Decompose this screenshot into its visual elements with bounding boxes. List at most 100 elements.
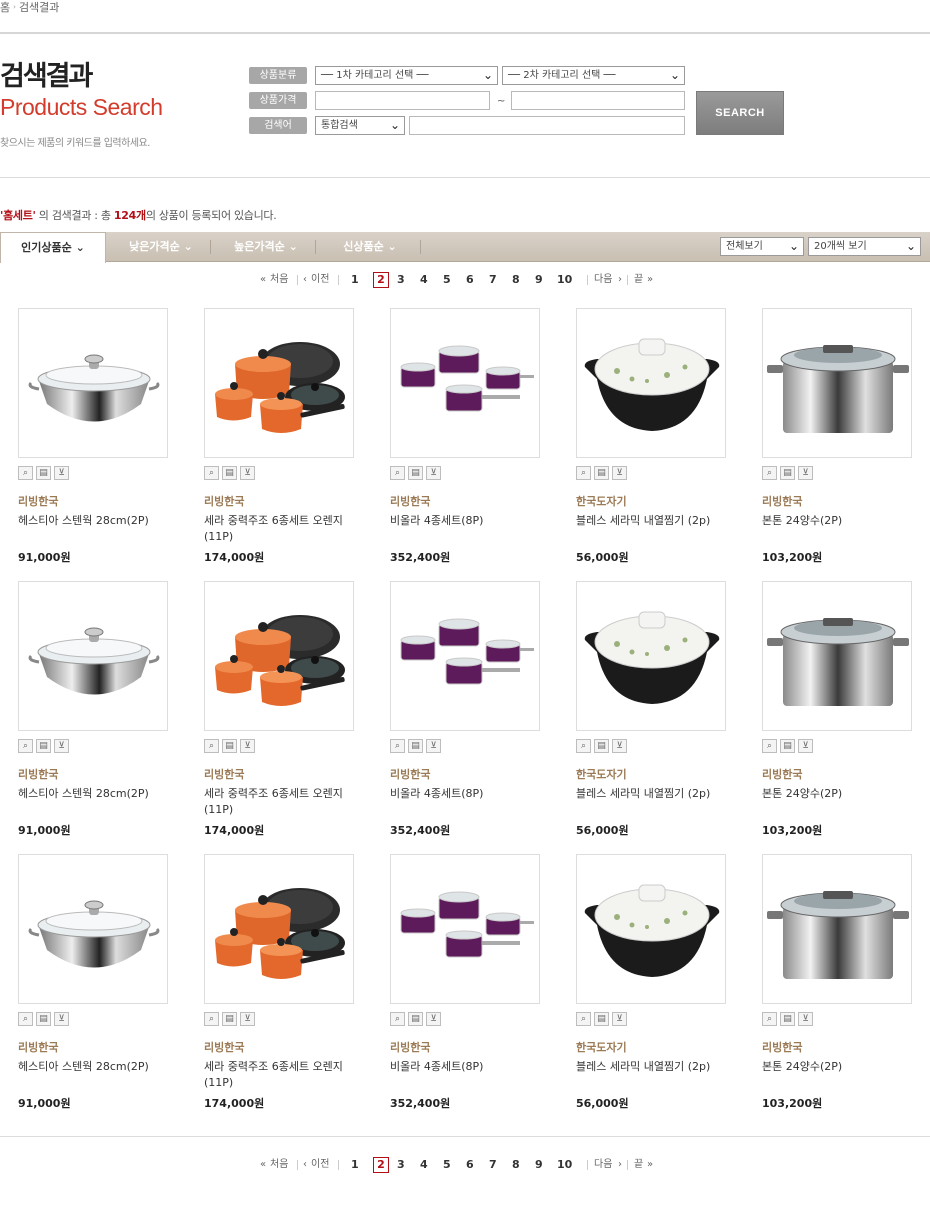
product-card[interactable]: ⌕ ▤ ⊻ 한국도자기 블레스 세라믹 내열찜기 (2p) 56,000원: [576, 854, 741, 1114]
sort-tab-newest[interactable]: 신상품순 ⌄: [322, 232, 418, 262]
first-icon[interactable]: «: [260, 1157, 266, 1173]
product-brand[interactable]: 리빙한국: [390, 1039, 430, 1055]
zoom-icon[interactable]: ⌕: [390, 466, 405, 480]
per-page-select[interactable]: 20개씩 보기 ⌄: [808, 237, 921, 256]
detail-icon[interactable]: ▤: [594, 1012, 609, 1026]
keyword-input[interactable]: [409, 116, 685, 135]
detail-icon[interactable]: ▤: [222, 1012, 237, 1026]
first-icon[interactable]: «: [260, 272, 266, 288]
search-button[interactable]: SEARCH: [696, 91, 784, 135]
detail-icon[interactable]: ▤: [594, 466, 609, 480]
detail-icon[interactable]: ▤: [36, 1012, 51, 1026]
product-brand[interactable]: 리빙한국: [18, 766, 58, 782]
zoom-icon[interactable]: ⌕: [204, 466, 219, 480]
detail-icon[interactable]: ▤: [36, 466, 51, 480]
pagination-next[interactable]: 다음: [594, 1157, 612, 1173]
product-card[interactable]: ⌕ ▤ ⊻ 리빙한국 헤스티아 스텐웍 28cm(2P) 91,000원: [18, 581, 183, 841]
sort-tab-low-price[interactable]: 낮은가격순 ⌄: [113, 232, 209, 262]
product-card[interactable]: ⌕ ▤ ⊻ 리빙한국 본톤 24양수(2P) 103,200원: [762, 854, 927, 1114]
price-from-input[interactable]: [315, 91, 490, 110]
product-name[interactable]: 비올라 4종세트(8P): [390, 513, 555, 529]
product-image[interactable]: [204, 308, 354, 458]
pagination-page[interactable]: 1: [351, 272, 359, 288]
cart-icon[interactable]: ⊻: [240, 739, 255, 753]
cart-icon[interactable]: ⊻: [612, 1012, 627, 1026]
zoom-icon[interactable]: ⌕: [18, 466, 33, 480]
cart-icon[interactable]: ⊻: [54, 1012, 69, 1026]
price-to-input[interactable]: [511, 91, 685, 110]
pagination-page[interactable]: 7: [489, 1157, 497, 1173]
product-brand[interactable]: 리빙한국: [762, 766, 802, 782]
last-icon[interactable]: »: [647, 272, 653, 288]
product-image[interactable]: [18, 308, 168, 458]
product-image[interactable]: [576, 854, 726, 1004]
detail-icon[interactable]: ▤: [780, 1012, 795, 1026]
detail-icon[interactable]: ▤: [36, 739, 51, 753]
zoom-icon[interactable]: ⌕: [576, 466, 591, 480]
product-image[interactable]: [762, 854, 912, 1004]
cart-icon[interactable]: ⊻: [798, 466, 813, 480]
product-brand[interactable]: 리빙한국: [390, 493, 430, 509]
pagination-page[interactable]: 3: [397, 272, 405, 288]
product-name[interactable]: 세라 중력주조 6종세트 오렌지(11P): [204, 786, 369, 818]
product-card[interactable]: ⌕ ▤ ⊻ 리빙한국 헤스티아 스텐웍 28cm(2P) 91,000원: [18, 854, 183, 1114]
product-image[interactable]: [762, 308, 912, 458]
product-card[interactable]: ⌕ ▤ ⊻ 리빙한국 헤스티아 스텐웍 28cm(2P) 91,000원: [18, 308, 183, 568]
zoom-icon[interactable]: ⌕: [18, 739, 33, 753]
pagination-page[interactable]: 6: [466, 272, 474, 288]
product-name[interactable]: 본톤 24양수(2P): [762, 513, 927, 529]
cart-icon[interactable]: ⊻: [798, 1012, 813, 1026]
pagination-page[interactable]: 10: [557, 1157, 572, 1173]
detail-icon[interactable]: ▤: [408, 1012, 423, 1026]
product-brand[interactable]: 리빙한국: [204, 493, 244, 509]
cart-icon[interactable]: ⊻: [612, 466, 627, 480]
product-image[interactable]: [390, 308, 540, 458]
product-card[interactable]: ⌕ ▤ ⊻ 리빙한국 비올라 4종세트(8P) 352,400원: [390, 854, 555, 1114]
detail-icon[interactable]: ▤: [222, 739, 237, 753]
pagination-page[interactable]: 10: [557, 272, 572, 288]
cart-icon[interactable]: ⊻: [54, 466, 69, 480]
detail-icon[interactable]: ▤: [780, 466, 795, 480]
cart-icon[interactable]: ⊻: [426, 466, 441, 480]
pagination-page[interactable]: 9: [535, 272, 543, 288]
breadcrumb-home[interactable]: 홈: [0, 2, 10, 13]
pagination-next[interactable]: 다음: [594, 272, 612, 288]
cart-icon[interactable]: ⊻: [426, 1012, 441, 1026]
pagination-page[interactable]: 5: [443, 272, 451, 288]
product-brand[interactable]: 리빙한국: [762, 1039, 802, 1055]
detail-icon[interactable]: ▤: [780, 739, 795, 753]
product-name[interactable]: 세라 중력주조 6종세트 오렌지(11P): [204, 513, 369, 545]
pagination-prev[interactable]: 이전: [311, 272, 329, 288]
product-card[interactable]: ⌕ ▤ ⊻ 한국도자기 블레스 세라믹 내열찜기 (2p) 56,000원: [576, 308, 741, 568]
sort-tab-high-price[interactable]: 높은가격순 ⌄: [218, 232, 314, 262]
pagination-page[interactable]: 4: [420, 1157, 428, 1173]
detail-icon[interactable]: ▤: [594, 739, 609, 753]
pagination-last[interactable]: 끝: [634, 1157, 643, 1173]
pagination-page[interactable]: 5: [443, 1157, 451, 1173]
cart-icon[interactable]: ⊻: [798, 739, 813, 753]
pagination-page[interactable]: 1: [351, 1157, 359, 1173]
product-brand[interactable]: 리빙한국: [204, 1039, 244, 1055]
zoom-icon[interactable]: ⌕: [762, 739, 777, 753]
detail-icon[interactable]: ▤: [222, 466, 237, 480]
product-name[interactable]: 본톤 24양수(2P): [762, 1059, 927, 1075]
category2-select[interactable]: ── 2차 카테고리 선택 ── ⌄: [502, 66, 685, 85]
last-icon[interactable]: »: [647, 1157, 653, 1173]
product-name[interactable]: 블레스 세라믹 내열찜기 (2p): [576, 786, 741, 802]
pagination-page[interactable]: 7: [489, 272, 497, 288]
product-name[interactable]: 비올라 4종세트(8P): [390, 786, 555, 802]
view-filter-select[interactable]: 전체보기 ⌄: [720, 237, 804, 256]
pagination-first[interactable]: 처음: [270, 1157, 288, 1173]
product-brand[interactable]: 한국도자기: [576, 766, 627, 782]
pagination-page[interactable]: 6: [466, 1157, 474, 1173]
pagination-page[interactable]: 3: [397, 1157, 405, 1173]
cart-icon[interactable]: ⊻: [612, 739, 627, 753]
prev-icon[interactable]: ‹: [303, 272, 307, 288]
product-card[interactable]: ⌕ ▤ ⊻ 한국도자기 블레스 세라믹 내열찜기 (2p) 56,000원: [576, 581, 741, 841]
product-brand[interactable]: 리빙한국: [762, 493, 802, 509]
product-image[interactable]: [390, 581, 540, 731]
pagination-page[interactable]: 8: [512, 1157, 520, 1173]
product-brand[interactable]: 리빙한국: [18, 1039, 58, 1055]
product-card[interactable]: ⌕ ▤ ⊻ 리빙한국 비올라 4종세트(8P) 352,400원: [390, 581, 555, 841]
cart-icon[interactable]: ⊻: [54, 739, 69, 753]
